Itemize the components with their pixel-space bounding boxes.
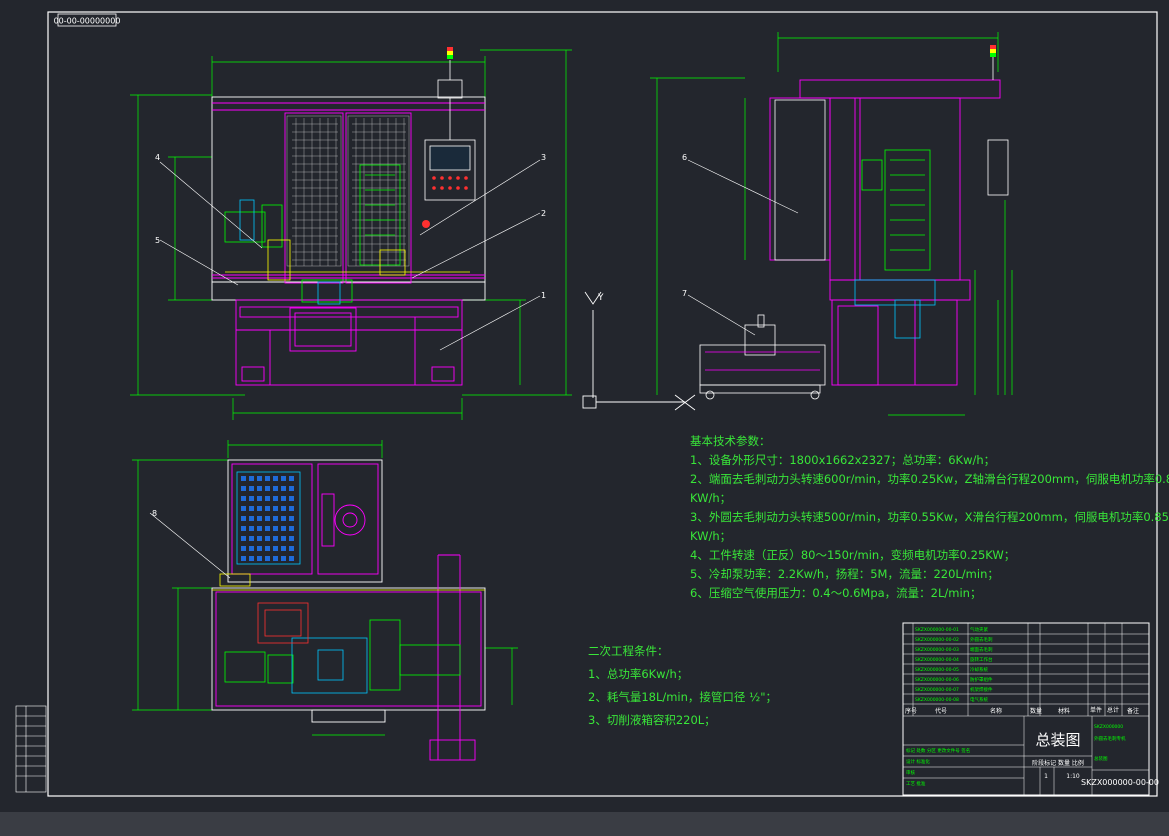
bom-header-5: 单件 xyxy=(1090,706,1102,714)
secondary-line: 1、总功率6Kw/h； xyxy=(588,667,689,681)
bom-header-6: 总计 xyxy=(1107,706,1119,714)
svg-text:标记 处数 分区 更改文件号 签名: 标记 处数 分区 更改文件号 签名 xyxy=(906,747,970,754)
callout-front-4: 1 xyxy=(541,291,546,300)
svg-text:总装图: 总装图 xyxy=(1094,755,1108,762)
front-screen-pattern xyxy=(286,115,410,267)
svg-text:SKZX000000-00-07: SKZX000000-00-07 xyxy=(915,687,959,693)
svg-text:SKZX000000: SKZX000000 xyxy=(1094,724,1123,730)
tech-line: KW/h； xyxy=(690,529,732,543)
bom-header-4: 材料 xyxy=(1058,707,1070,715)
svg-text:SKZX000000-00-03: SKZX000000-00-03 xyxy=(915,647,959,653)
plan-screen-grid xyxy=(241,476,294,561)
drawing-number: SKZX000000-00-00 xyxy=(1081,778,1159,787)
callout-front-3: 2 xyxy=(541,209,546,218)
revision-strip xyxy=(15,705,47,793)
svg-text:SKZX000000-00-01: SKZX000000-00-01 xyxy=(915,627,959,633)
tech-line: 4、工件转速（正反）80～150r/min，变频电机功率0.25KW； xyxy=(690,548,1016,562)
tech-line: 5、冷却泵功率：2.2Kw/h，扬程：5M，流量：220L/min； xyxy=(690,567,999,581)
axis-label-y: Y xyxy=(597,293,604,303)
tech-line: 1、设备外形尺寸：1800x1662x2327；总功率：6Kw/h； xyxy=(690,453,996,467)
cad-viewport[interactable]: 00-00-00000000 4 5 3 2 1 Y 6 7 8 SKZX000… xyxy=(0,0,1169,812)
svg-text:外圆去毛刺: 外圆去毛刺 xyxy=(970,636,993,643)
svg-text:端面去毛刺: 端面去毛刺 xyxy=(970,646,993,653)
plan-view: 8 xyxy=(132,440,518,761)
svg-text:电气系统: 电气系统 xyxy=(970,696,988,703)
title-block: SKZX000000-00-01 气动夹紧 SKZX000000-00-02 外圆去… xyxy=(902,622,1159,796)
svg-text:设计 标准化: 设计 标准化 xyxy=(906,758,930,765)
svg-text:审核: 审核 xyxy=(906,769,915,776)
scale-value: 1:10 xyxy=(1066,773,1080,780)
svg-text:阶段标记 数量 比例: 阶段标记 数量 比例 xyxy=(1032,759,1084,767)
status-bar xyxy=(0,812,1169,836)
svg-text:SKZX000000-00-02: SKZX000000-00-02 xyxy=(915,637,959,643)
tech-notes: 基本技术参数： 1、设备外形尺寸：1800x1662x2327；总功率：6Kw/… xyxy=(690,432,1169,603)
svg-text:冷却系统: 冷却系统 xyxy=(970,666,988,673)
svg-text:SKZX000000-00-05: SKZX000000-00-05 xyxy=(915,667,959,673)
tech-line: KW/h； xyxy=(690,491,732,505)
tech-line: 2、端面去毛刺动力头转速600r/min，功率0.25Kw，Z轴滑台行程200m… xyxy=(690,472,1169,486)
svg-text:气动夹紧: 气动夹紧 xyxy=(970,626,988,633)
tech-title: 基本技术参数： xyxy=(690,434,771,448)
callout-front-2: 3 xyxy=(541,153,546,162)
drawing-title: 总装图 xyxy=(1035,731,1080,749)
side-view: 6 7 xyxy=(650,32,1013,416)
callout-side-1: 7 xyxy=(682,289,687,298)
callout-plan-0: 8 xyxy=(152,509,157,518)
bom-header-0: 序号 xyxy=(905,707,917,715)
callout-side-0: 6 xyxy=(682,153,687,162)
tech-line: 6、压缩空气使用压力：0.4～0.6Mpa，流量：2L/min； xyxy=(690,586,982,600)
drawing-code-top: 00-00-00000000 xyxy=(54,17,121,26)
front-view: 4 5 3 2 1 xyxy=(130,47,572,420)
drawing-canvas: 00-00-00000000 4 5 3 2 1 Y 6 7 8 SKZX000… xyxy=(15,11,1159,797)
secondary-notes: 二次工程条件： 1、总功率6Kw/h； 2、耗气量18L/min，接管口径 ½"… xyxy=(588,640,777,732)
ucs-axis xyxy=(582,291,696,411)
svg-text:SKZX000000-00-06: SKZX000000-00-06 xyxy=(915,677,959,683)
front-dimensions xyxy=(130,49,572,420)
callout-front-1: 5 xyxy=(155,236,160,245)
tech-line: 3、外圆去毛刺动力头转速500r/min，功率0.55Kw，X滑台行程200mm… xyxy=(690,510,1169,524)
svg-text:工艺 批准: 工艺 批准 xyxy=(906,780,926,787)
svg-text:机架焊接件: 机架焊接件 xyxy=(970,686,993,693)
sheet-number: 1 xyxy=(1044,773,1048,780)
svg-text:SKZX000000-00-04: SKZX000000-00-04 xyxy=(915,657,959,663)
secondary-line: 2、耗气量18L/min，接管口径 ½"； xyxy=(588,690,778,704)
secondary-line: 3、切削液箱容积220L； xyxy=(588,713,716,727)
bom-header-2: 名称 xyxy=(990,707,1002,715)
callout-front-0: 4 xyxy=(155,153,160,162)
svg-text:旋转工作台: 旋转工作台 xyxy=(970,656,993,663)
secondary-title: 二次工程条件： xyxy=(588,644,669,658)
svg-text:SKZX000000-00-08: SKZX000000-00-08 xyxy=(915,697,959,703)
svg-text:外圆去毛刺专机: 外圆去毛刺专机 xyxy=(1094,735,1126,742)
bom-header-7: 备注 xyxy=(1127,707,1139,715)
bom-header-3: 数量 xyxy=(1030,707,1042,715)
svg-text:防护罩组件: 防护罩组件 xyxy=(970,676,993,683)
bom-header-1: 代号 xyxy=(935,707,947,715)
